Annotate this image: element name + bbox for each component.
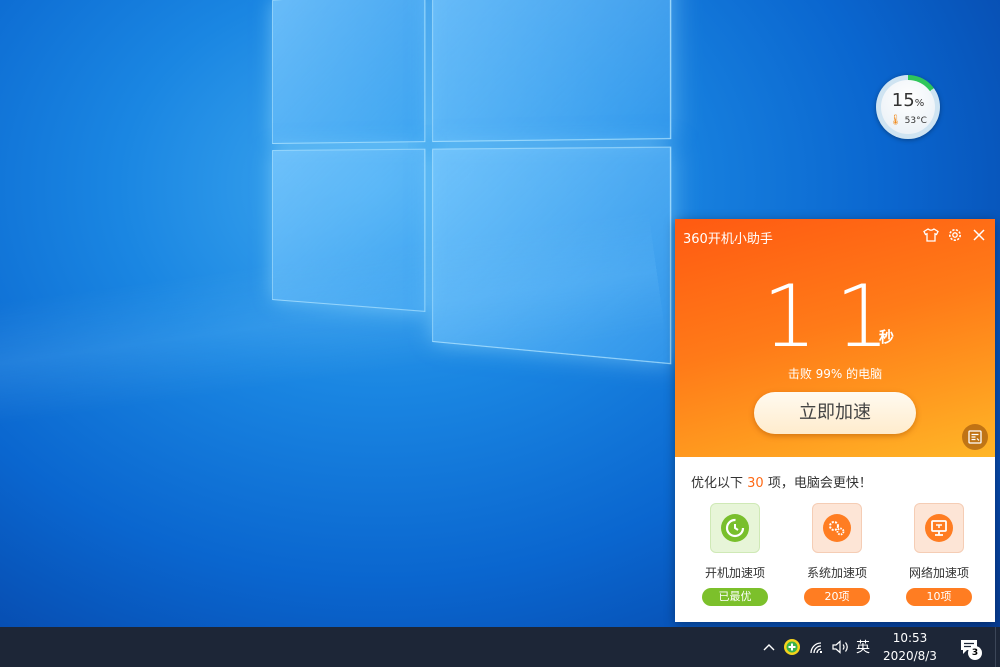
system-accelerate-label: 系统加速项 <box>802 564 872 581</box>
panel-title: 360开机小助手 <box>683 228 773 247</box>
windows-wallpaper-logo <box>272 0 674 368</box>
power-clock-icon <box>710 503 760 553</box>
cpu-widget-face: 15% 🌡︎ 53°C <box>881 80 935 134</box>
show-desktop-button[interactable] <box>995 627 1000 667</box>
logo-pane <box>272 0 425 144</box>
optimize-summary: 优化以下 30 项，电脑会更快！ <box>691 472 872 491</box>
cpu-usage-value: 15% <box>881 90 935 111</box>
thermometer-icon: 🌡︎ <box>889 115 902 126</box>
clock-date: 2020/8/3 <box>880 647 940 665</box>
panel-header-area: 360开机小助手 11 秒 击败 99% 的电脑 立即加速 <box>675 219 995 457</box>
network-accelerate-item[interactable]: 网络加速项 10项 <box>904 503 974 606</box>
boot-time-value: 11 <box>675 267 995 367</box>
system-accelerate-item[interactable]: 系统加速项 20项 <box>802 503 872 606</box>
gears-icon <box>812 503 862 553</box>
input-method-indicator[interactable]: 英 <box>852 627 874 667</box>
network-monitor-icon <box>914 503 964 553</box>
notification-count-badge: 3 <box>968 646 982 660</box>
startup-assistant-panel: 360开机小助手 11 秒 击败 99% 的电脑 立即加速 优化以下 30 项，… <box>675 219 995 622</box>
boot-time-unit: 秒 <box>879 326 894 347</box>
close-icon[interactable] <box>969 225 989 245</box>
boot-accelerate-label: 开机加速项 <box>700 564 770 581</box>
boot-accelerate-badge[interactable]: 已最优 <box>702 588 768 606</box>
cpu-usage-widget[interactable]: 15% 🌡︎ 53°C <box>876 75 940 139</box>
logo-pane <box>432 147 671 365</box>
boot-accelerate-item[interactable]: 开机加速项 已最优 <box>700 503 770 606</box>
chevron-up-icon[interactable] <box>760 627 778 667</box>
logo-pane <box>272 149 425 312</box>
speed-up-button[interactable]: 立即加速 <box>754 392 916 434</box>
logo-pane <box>432 0 671 142</box>
shirt-icon[interactable] <box>921 225 941 245</box>
gear-icon[interactable] <box>945 225 965 245</box>
360-guard-icon[interactable] <box>782 627 802 667</box>
clock-time: 10:53 <box>880 629 940 647</box>
clock[interactable]: 10:53 2020/8/3 <box>880 629 940 665</box>
wifi-icon[interactable] <box>806 627 828 667</box>
volume-icon[interactable] <box>830 627 852 667</box>
beat-percentage-text: 击败 99% 的电脑 <box>675 365 995 382</box>
system-accelerate-badge[interactable]: 20项 <box>804 588 870 606</box>
network-accelerate-label: 网络加速项 <box>904 564 974 581</box>
network-accelerate-badge[interactable]: 10项 <box>906 588 972 606</box>
notes-icon[interactable] <box>962 424 988 450</box>
cpu-temperature: 🌡︎ 53°C <box>881 115 935 126</box>
taskbar: 英 10:53 2020/8/3 <box>0 627 1000 667</box>
